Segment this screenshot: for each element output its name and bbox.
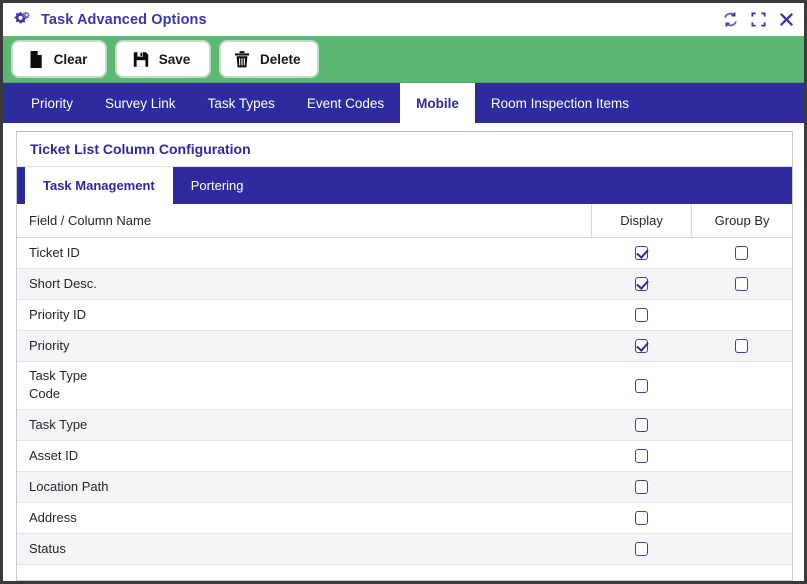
table-row: Priority (17, 330, 792, 362)
inner-tab-bar: Task Management Portering (17, 167, 792, 204)
group-by-cell (691, 409, 792, 441)
task-advanced-options-window: Task Advanced Options Clear Save Delete … (0, 0, 807, 584)
display-cell (591, 533, 692, 565)
close-icon[interactable] (778, 11, 795, 28)
window-titlebar: Task Advanced Options (3, 3, 804, 36)
display-checkbox[interactable] (635, 246, 649, 261)
field-name-cell: Short Desc. (17, 268, 592, 300)
display-checkbox[interactable] (635, 277, 649, 292)
group-by-cell (691, 361, 792, 410)
gears-icon (14, 11, 34, 29)
tab-room-inspection-items-label: Room Inspection Items (490, 95, 629, 111)
table-row: Task Type (17, 409, 792, 441)
refresh-icon[interactable] (722, 11, 739, 28)
group-by-cell (691, 440, 792, 472)
inner-tab-task-management-label: Task Management (43, 178, 155, 193)
display-cell (591, 330, 692, 362)
group-by-cell (691, 268, 792, 300)
group-by-checkbox[interactable] (735, 277, 749, 292)
tab-mobile[interactable]: Mobile (400, 83, 475, 123)
table-row: Task Type Code (17, 361, 792, 410)
tab-survey-link[interactable]: Survey Link (89, 83, 192, 123)
action-toolbar: Clear Save Delete (3, 36, 804, 83)
tab-task-types[interactable]: Task Types (192, 83, 291, 123)
group-by-cell (691, 533, 792, 565)
column-header-group-by: Group By (691, 204, 792, 238)
table-row: Short Desc. (17, 268, 792, 300)
page-icon (27, 50, 45, 69)
display-checkbox[interactable] (635, 449, 649, 464)
field-name-cell: Location Path (17, 471, 592, 503)
table-row: Location Path (17, 471, 792, 503)
table-body: Ticket ID Short Desc. Priority ID Priority T… (17, 237, 792, 565)
field-name-cell: Asset ID (17, 440, 592, 472)
field-name-cell: Address (17, 502, 592, 534)
table-header-row: Field / Column Name Display Group By (17, 204, 792, 238)
content-area: Ticket List Column Configuration Task Ma… (3, 123, 804, 581)
display-checkbox[interactable] (635, 418, 649, 433)
clear-button-label: Clear (53, 51, 88, 67)
tab-priority[interactable]: Priority (15, 83, 89, 123)
group-by-checkbox[interactable] (735, 339, 749, 354)
window-title: Task Advanced Options (41, 11, 207, 28)
display-checkbox[interactable] (635, 542, 649, 557)
table-row: Priority ID (17, 299, 792, 331)
display-checkbox[interactable] (635, 480, 649, 495)
field-name-cell: Task Type Code (17, 361, 592, 410)
display-cell (591, 409, 692, 441)
save-button-label: Save (158, 51, 191, 67)
group-by-cell (691, 502, 792, 534)
display-checkbox[interactable] (635, 511, 649, 526)
field-name-cell: Status (17, 533, 592, 565)
field-name-cell: Task Type (17, 409, 592, 441)
table-row: Status (17, 533, 792, 565)
table-row: Ticket ID (17, 237, 792, 269)
tab-event-codes-label: Event Codes (306, 95, 385, 111)
display-cell (591, 237, 692, 269)
main-tab-bar: Priority Survey Link Task Types Event Co… (3, 83, 804, 123)
save-button[interactable]: Save (116, 41, 210, 77)
table-row: Asset ID (17, 440, 792, 472)
panel-title: Ticket List Column Configuration (17, 132, 792, 167)
maximize-icon[interactable] (750, 11, 767, 28)
group-by-cell (691, 330, 792, 362)
field-name-cell: Ticket ID (17, 237, 592, 269)
delete-button[interactable]: Delete (220, 41, 318, 77)
display-cell (591, 502, 692, 534)
group-by-checkbox[interactable] (735, 246, 749, 261)
tab-event-codes[interactable]: Event Codes (291, 83, 400, 123)
delete-button-label: Delete (260, 51, 301, 67)
table-row: Address (17, 502, 792, 534)
inner-tab-portering[interactable]: Portering (173, 167, 262, 204)
display-cell (591, 361, 692, 410)
tab-mobile-label: Mobile (416, 95, 459, 111)
column-header-display: Display (591, 204, 693, 238)
inner-tab-task-management[interactable]: Task Management (25, 167, 173, 204)
inner-tab-portering-label: Portering (190, 178, 244, 193)
display-checkbox[interactable] (635, 339, 649, 354)
window-controls (722, 3, 795, 36)
column-configuration-table: Field / Column Name Display Group By Tic… (17, 204, 792, 565)
trash-icon (233, 50, 251, 69)
field-name-cell: Priority ID (17, 299, 592, 331)
clear-button[interactable]: Clear (12, 41, 106, 77)
group-by-cell (691, 471, 792, 503)
display-cell (591, 440, 692, 472)
display-checkbox[interactable] (635, 378, 649, 393)
group-by-cell (691, 237, 792, 269)
floppy-disk-icon (132, 50, 150, 69)
tab-survey-link-label: Survey Link (105, 95, 176, 111)
display-cell (591, 471, 692, 503)
display-cell (591, 299, 692, 331)
group-by-cell (691, 299, 792, 331)
tab-room-inspection-items[interactable]: Room Inspection Items (475, 83, 645, 123)
field-name-cell: Priority (17, 330, 592, 362)
column-header-field-name: Field / Column Name (17, 204, 592, 238)
tab-task-types-label: Task Types (207, 95, 275, 111)
display-checkbox[interactable] (635, 308, 649, 323)
tab-priority-label: Priority (31, 95, 74, 111)
display-cell (591, 268, 692, 300)
ticket-list-column-configuration-panel: Ticket List Column Configuration Task Ma… (16, 131, 793, 581)
